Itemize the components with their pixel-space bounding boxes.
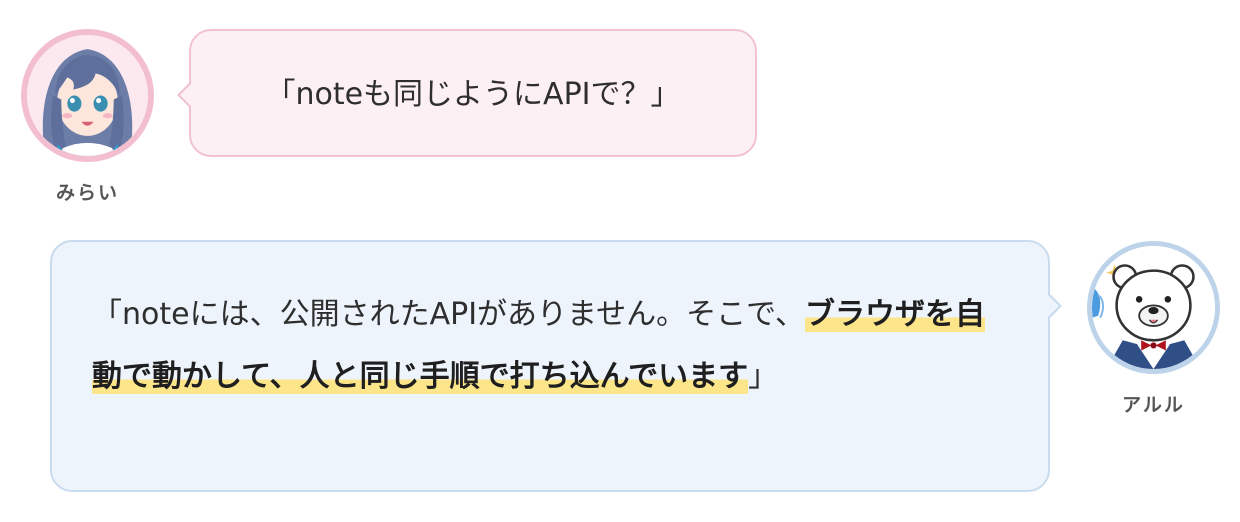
polar-bear-avatar-icon <box>1092 246 1215 369</box>
aruru-avatar <box>1087 241 1220 374</box>
aruru-speech-bubble: 「noteには、公開されたAPIがありません。そこで、ブラウザを自動で動かして、… <box>50 240 1062 492</box>
aruru-message-plain: 「noteには、公開されたAPIがありません。そこで、 <box>92 297 805 332</box>
aruru-message: 「noteには、公開されたAPIがありません。そこで、ブラウザを自動で動かして、… <box>92 284 988 408</box>
aruru-message-end: 」 <box>748 359 779 394</box>
mirai-avatar <box>21 29 154 162</box>
mirai-speech-bubble: 「noteも同じようにAPIで？」 <box>177 29 757 157</box>
girl-avatar-icon <box>27 35 148 156</box>
aruru-name: アルル <box>1122 394 1185 416</box>
bubble-tail-fill <box>1047 294 1059 318</box>
mirai-message: 「noteも同じようにAPIで？」 <box>265 77 681 112</box>
mirai-name: みらい <box>55 182 119 204</box>
